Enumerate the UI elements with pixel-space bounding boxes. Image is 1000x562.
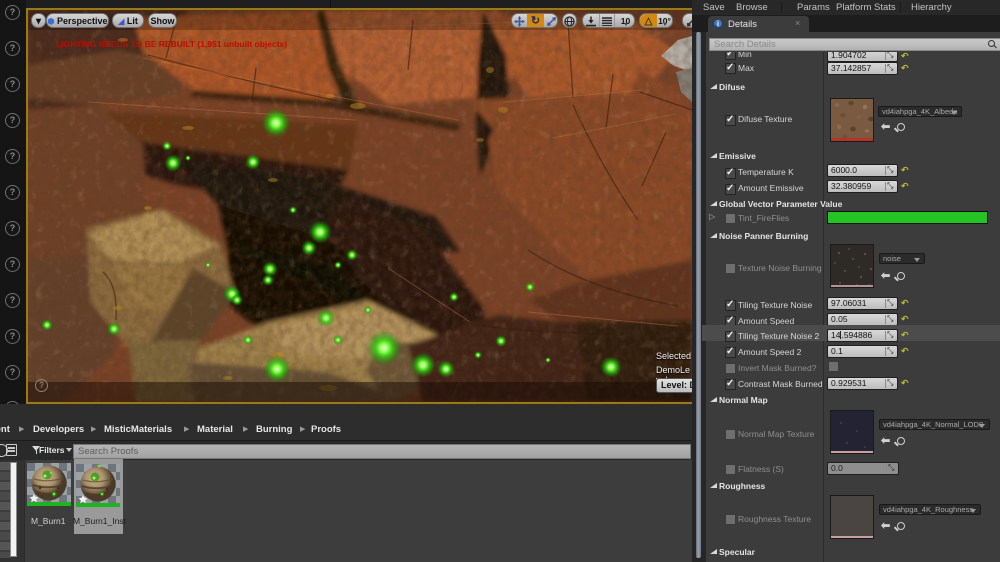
svg-text:i: i — [717, 21, 719, 28]
